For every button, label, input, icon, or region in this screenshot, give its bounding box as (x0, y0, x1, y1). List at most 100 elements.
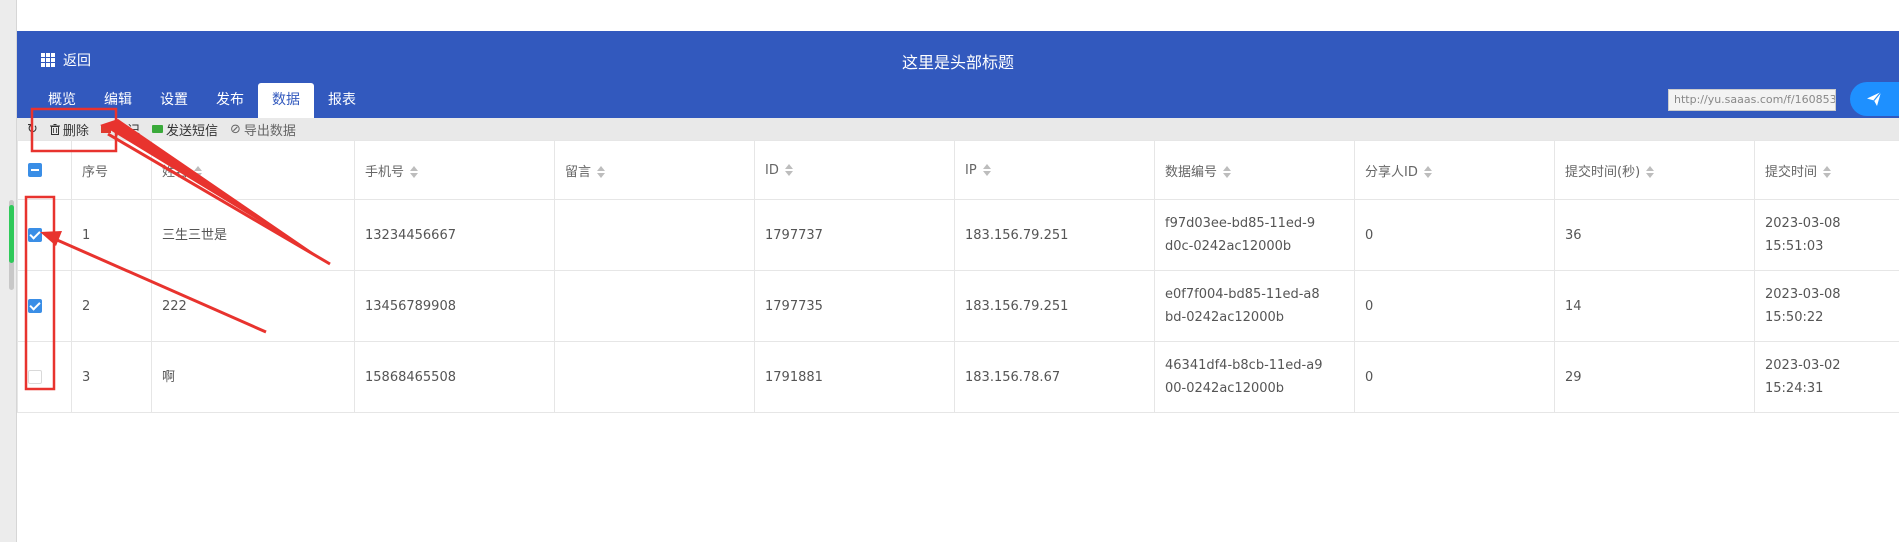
column-label: 分享人ID (1365, 164, 1418, 180)
page-title: 这里是头部标题 (901, 53, 1014, 72)
cell-seconds: 14 (1554, 270, 1755, 342)
tab-data[interactable]: 数据 (258, 83, 314, 118)
column-label: 手机号 (365, 164, 405, 180)
delete-label: 删除 (62, 123, 89, 139)
column-label: IP (965, 162, 977, 178)
paperclip-icon: ⊘ (229, 121, 241, 137)
column-header[interactable]: IP (954, 140, 1155, 200)
cell-data-no: 46341df4-b8cb-11ed-a900-0242ac12000b (1154, 341, 1355, 413)
tab-edit[interactable]: 编辑 (90, 83, 146, 118)
column-header[interactable]: ID (754, 140, 955, 200)
scroll-thumb[interactable] (9, 205, 14, 263)
send-sms-label: 发送短信 (165, 123, 218, 139)
table-header-row: 序号 姓名 手机号 留言 ID IP 数据编号 分享人ID 提交时间(秒) 提交… (17, 140, 1899, 200)
cell-sharer: 0 (1354, 341, 1555, 413)
column-header[interactable]: 姓名 (151, 140, 355, 200)
table-row[interactable]: 1 三生三世是 13234456667 1797737 183.156.79.2… (17, 199, 1899, 271)
cell-data-no: f97d03ee-bd85-11ed-9d0c-0242ac12000b (1154, 199, 1355, 271)
cell-no: 2 (71, 270, 152, 342)
sort-icon[interactable] (597, 166, 606, 178)
cell-seconds: 36 (1554, 199, 1755, 271)
cell-sharer: 0 (1354, 199, 1555, 271)
column-header[interactable]: 留言 (554, 140, 755, 200)
select-cell (17, 199, 72, 271)
table-row[interactable]: 2 222 13456789908 1797735 183.156.79.251… (17, 270, 1899, 342)
cell-name: 啊 (151, 341, 355, 413)
column-header[interactable]: 数据编号 (1154, 140, 1355, 200)
browser-left-strip (0, 0, 17, 542)
column-label: 留言 (565, 164, 592, 180)
app-root: 返回 这里是头部标题 概览 编辑 设置 发布 数据 报表 http://yu.s… (0, 0, 1899, 542)
share-url-field[interactable]: http://yu.saaas.com/f/160853 (1668, 89, 1836, 111)
export-label: 导出数据 (243, 123, 296, 139)
cell-sharer: 0 (1354, 270, 1555, 342)
refresh-icon[interactable]: ↻ (27, 122, 38, 137)
mark-button[interactable]: 标记 (100, 120, 140, 139)
data-no-text: 46341df4-b8cb-11ed-a900-0242ac12000b (1165, 358, 1323, 396)
column-label: 序号 (82, 164, 109, 180)
send-sms-button[interactable]: 发送短信 (151, 120, 218, 139)
column-header[interactable]: 分享人ID (1354, 140, 1555, 200)
cell-message (554, 341, 755, 413)
sort-icon[interactable] (1646, 166, 1655, 178)
tab-settings[interactable]: 设置 (146, 83, 202, 118)
cell-time: 2023-03-08 15:51:03 (1754, 199, 1899, 271)
sort-icon[interactable] (1223, 166, 1232, 178)
cell-id: 1797735 (754, 270, 955, 342)
sort-icon[interactable] (784, 164, 793, 176)
data-toolbar: ↻ 删除 标记 发送短信 ⊘ 导出数据 (17, 118, 1899, 140)
column-label: 姓名 (162, 164, 189, 180)
column-header[interactable]: 手机号 (354, 140, 555, 200)
column-label: ID (765, 162, 779, 178)
tab-publish[interactable]: 发布 (202, 83, 258, 118)
data-no-text: e0f7f004-bd85-11ed-a8bd-0242ac12000b (1165, 287, 1320, 325)
sort-icon[interactable] (194, 166, 203, 178)
row-checkbox[interactable] (28, 228, 42, 242)
sort-icon[interactable] (982, 164, 991, 176)
cell-ip: 183.156.78.67 (954, 341, 1155, 413)
column-header: 序号 (71, 140, 152, 200)
cell-no: 3 (71, 341, 152, 413)
row-checkbox[interactable] (28, 370, 42, 384)
cell-ip: 183.156.79.251 (954, 199, 1155, 271)
data-table: 序号 姓名 手机号 留言 ID IP 数据编号 分享人ID 提交时间(秒) 提交… (17, 140, 1899, 413)
table-row[interactable]: 3 啊 15868465508 1791881 183.156.78.67 46… (17, 341, 1899, 413)
sort-icon[interactable] (410, 166, 419, 178)
cell-data-no: e0f7f004-bd85-11ed-a8bd-0242ac12000b (1154, 270, 1355, 342)
send-button[interactable] (1850, 82, 1899, 116)
column-label: 数据编号 (1165, 164, 1218, 180)
cell-ip: 183.156.79.251 (954, 270, 1155, 342)
cell-phone: 13234456667 (354, 199, 555, 271)
tab-overview[interactable]: 概览 (34, 83, 90, 118)
sort-icon[interactable] (1823, 166, 1832, 178)
column-label: 提交时间(秒) (1565, 164, 1641, 180)
column-label: 提交时间 (1765, 164, 1818, 180)
column-header[interactable]: 提交时间 (1754, 140, 1899, 200)
select-cell (17, 341, 72, 413)
sort-icon[interactable] (1423, 166, 1432, 178)
delete-button[interactable]: 删除 (49, 120, 89, 139)
cell-time: 2023-03-08 15:50:22 (1754, 270, 1899, 342)
column-header[interactable]: 提交时间(秒) (1554, 140, 1755, 200)
cell-no: 1 (71, 199, 152, 271)
cell-seconds: 29 (1554, 341, 1755, 413)
flag-icon (100, 125, 111, 133)
cell-id: 1797737 (754, 199, 955, 271)
cell-phone: 15868465508 (354, 341, 555, 413)
row-checkbox[interactable] (28, 299, 42, 313)
select-all-checkbox[interactable] (28, 163, 42, 177)
select-cell (17, 270, 72, 342)
select-all-cell (17, 140, 72, 200)
export-button[interactable]: ⊘ 导出数据 (230, 120, 296, 139)
mark-label: 标记 (113, 123, 140, 139)
tab-bar: 概览 编辑 设置 发布 数据 报表 (34, 83, 370, 118)
tab-report[interactable]: 报表 (314, 83, 370, 118)
cell-message (554, 199, 755, 271)
cell-id: 1791881 (754, 341, 955, 413)
trash-icon (49, 123, 60, 135)
cell-time: 2023-03-02 15:24:31 (1754, 341, 1899, 413)
message-icon (151, 125, 163, 133)
cell-name: 222 (151, 270, 355, 342)
paper-plane-icon (1867, 91, 1882, 106)
page-header: 返回 这里是头部标题 概览 编辑 设置 发布 数据 报表 http://yu.s… (17, 31, 1899, 118)
